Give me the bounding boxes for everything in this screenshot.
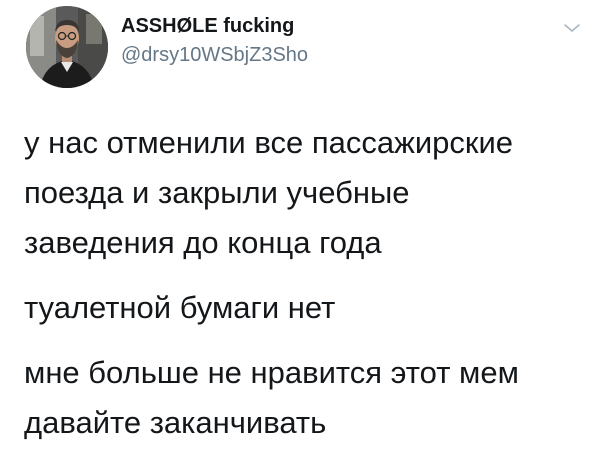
tweet-text-line: заведения до конца года xyxy=(24,225,382,260)
user-handle[interactable]: @drsy10WSbjZ3Sho xyxy=(121,44,308,67)
tweet-text-line: давайте заканчивать xyxy=(24,405,327,440)
chevron-down-icon[interactable] xyxy=(560,16,584,40)
tweet-paragraph-2: туалетной бумаги нет xyxy=(24,283,594,333)
avatar-image xyxy=(26,6,108,88)
tweet: ASSHØLE fucking @drsy10WSbjZ3Sho у нас о… xyxy=(0,0,604,451)
tweet-text-line: туалетной бумаги нет xyxy=(24,290,336,325)
avatar[interactable] xyxy=(26,6,108,88)
tweet-text-line: у нас отменили все пассажирские xyxy=(24,125,514,160)
tweet-text-line: поезда и закрыли учебные xyxy=(24,175,410,210)
tweet-paragraph-3: мне больше не нравится этот мем давайте … xyxy=(24,348,594,448)
tweet-paragraph-1: у нас отменили все пассажирские поезда и… xyxy=(24,118,594,268)
tweet-text-line: мне больше не нравится этот мем xyxy=(24,355,519,390)
display-name[interactable]: ASSHØLE fucking xyxy=(121,15,294,38)
